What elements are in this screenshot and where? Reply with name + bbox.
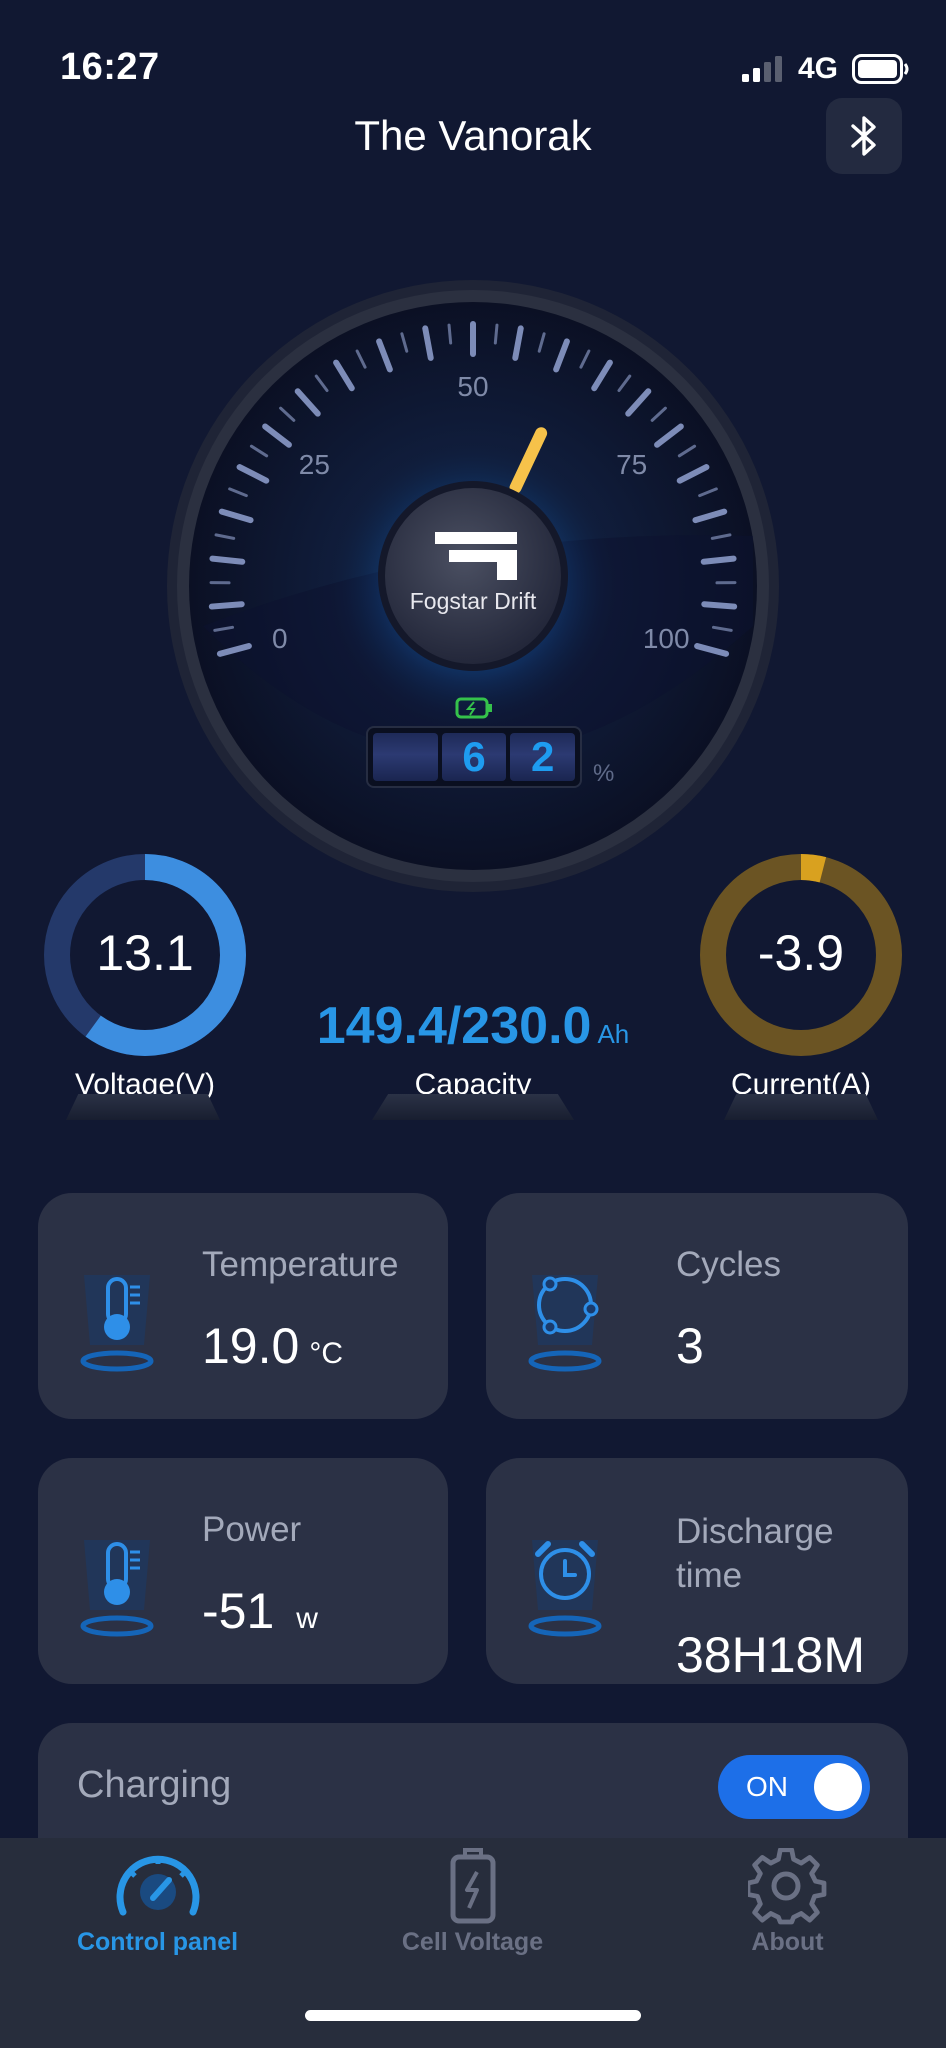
bluetooth-icon <box>851 116 876 156</box>
battery-icon <box>450 1848 496 1924</box>
bluetooth-button[interactable] <box>826 98 902 174</box>
power-value: -51 <box>202 1583 275 1639</box>
temperature-title: Temperature <box>202 1245 399 1284</box>
current-value: -3.9 <box>757 925 845 981</box>
capacity-pedestal <box>372 1094 574 1120</box>
temperature-value-row: 19.0 °C <box>202 1317 343 1375</box>
power-card: Power -51 w <box>38 1458 448 1684</box>
soc-unit: % <box>593 760 615 787</box>
nav-about[interactable]: About <box>630 1838 945 1978</box>
status-indicators: 4G <box>741 52 910 86</box>
status-time: 16:27 <box>60 46 160 88</box>
gauge-tick-label: 50 <box>457 371 488 402</box>
alarm-clock-icon <box>528 1540 602 1637</box>
cycles-value: 3 <box>676 1318 704 1374</box>
thermometer-icon <box>80 1540 154 1637</box>
discharge-card: Discharge time 38H18M <box>486 1458 908 1684</box>
soc-readout: 6 2 <box>366 726 582 788</box>
temperature-card: Temperature 19.0 °C <box>38 1193 448 1419</box>
soc-gauge: 0 25 50 75 100 <box>167 280 779 892</box>
network-type: 4G <box>797 52 838 85</box>
gear-icon <box>748 1848 827 1925</box>
gauge-tick <box>700 555 737 565</box>
gauge-tick <box>493 323 499 345</box>
nav-label: About <box>751 1928 824 1956</box>
soc-digit: 6 <box>441 733 507 781</box>
gauge-tick-label: 75 <box>616 449 647 480</box>
voltage-value: 13.1 <box>96 925 194 981</box>
signal-icon <box>741 56 782 82</box>
cycles-title: Cycles <box>676 1245 782 1284</box>
gauge-tick <box>447 323 453 345</box>
gauge-tick-label: 100 <box>643 623 690 654</box>
temperature-unit: °C <box>309 1337 343 1370</box>
nav-label: Control panel <box>76 1928 239 1956</box>
cycle-icon <box>528 1275 602 1372</box>
gauge-tick <box>209 555 246 565</box>
power-unit: w <box>296 1602 318 1635</box>
charging-label: Charging <box>77 1764 232 1806</box>
discharge-value: 38H18M <box>676 1627 865 1683</box>
current-pedestal <box>724 1094 878 1120</box>
charging-toggle-text: ON <box>746 1771 788 1802</box>
soc-digit <box>373 733 438 781</box>
charging-toggle[interactable]: ON <box>718 1755 870 1819</box>
home-indicator <box>305 2010 641 2021</box>
cycles-card: Cycles 3 <box>486 1193 908 1419</box>
gauge-tick-label: 25 <box>299 449 330 480</box>
gauge-tick-label: 0 <box>272 623 288 654</box>
thermometer-icon <box>80 1275 154 1372</box>
nav-cell-voltage[interactable]: Cell Voltage <box>315 1838 630 1978</box>
temperature-value: 19.0 <box>202 1318 300 1374</box>
soc-digit: 2 <box>510 733 576 781</box>
discharge-title: Discharge time <box>676 1512 834 1595</box>
nav-control-panel[interactable]: Control panel <box>0 1838 315 1978</box>
speedometer-icon <box>116 1855 200 1916</box>
capacity-unit: Ah <box>597 1019 630 1049</box>
power-title: Power <box>202 1510 302 1549</box>
nav-label: Cell Voltage <box>401 1928 544 1956</box>
page-title: The Vanorak <box>354 112 592 159</box>
power-value-row: -51 w <box>202 1582 318 1640</box>
capacity-number: 149.4/230.0 <box>316 997 592 1055</box>
brand-label: Fogstar Drift <box>409 588 537 614</box>
battery-status-icon <box>852 54 909 84</box>
toggle-knob <box>814 1763 862 1811</box>
